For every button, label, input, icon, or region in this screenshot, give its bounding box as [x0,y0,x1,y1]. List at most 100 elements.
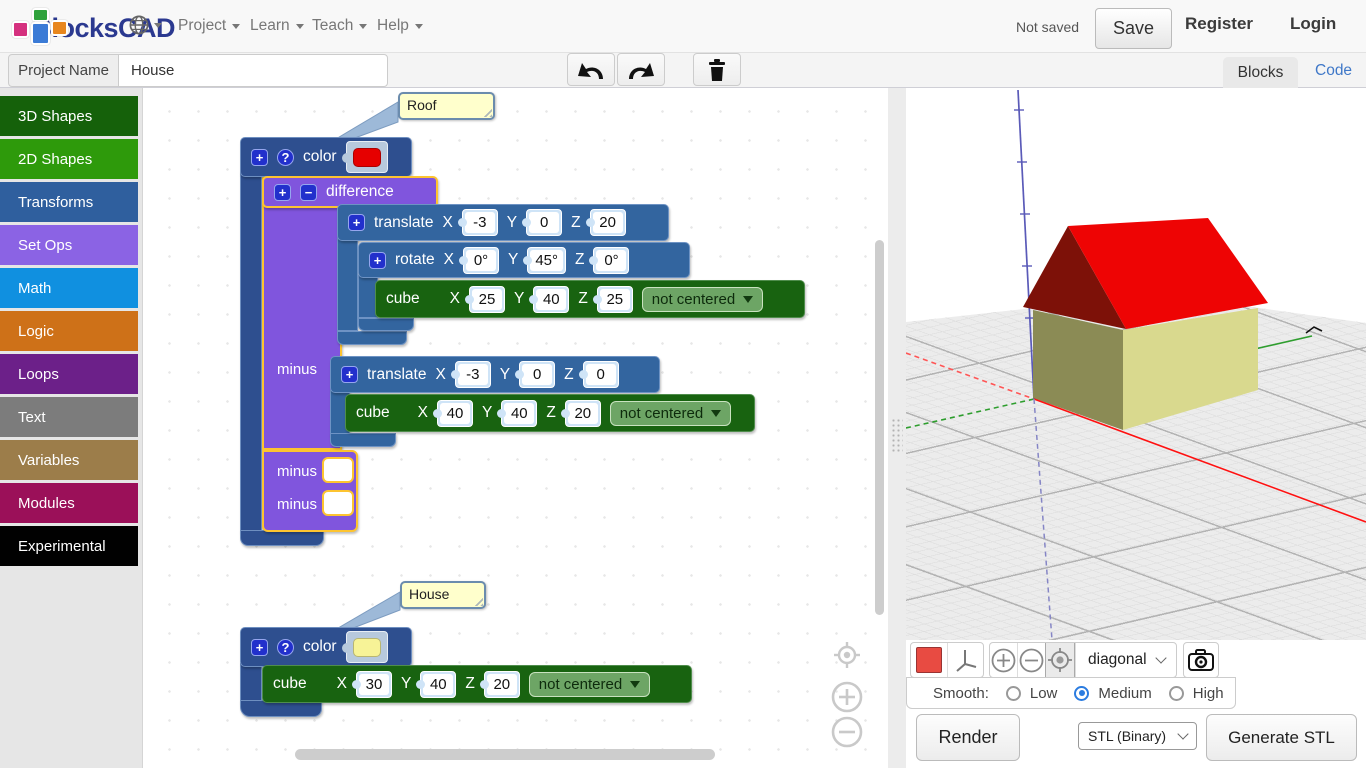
project-name-input[interactable] [118,54,388,87]
comment-icon[interactable]: ? [277,639,294,656]
generate-stl-button[interactable]: Generate STL [1206,714,1357,761]
register-link[interactable]: Register [1185,14,1253,34]
translate-block-foot[interactable] [337,331,407,345]
expand-button[interactable]: + [251,639,268,656]
sidebar-item-transforms[interactable]: Transforms [0,182,138,222]
translate-block-spine[interactable] [337,238,358,331]
sidebar-item-loops[interactable]: Loops [0,354,138,394]
tab-code[interactable]: Code [1315,62,1352,80]
smooth-radio-low[interactable] [1006,686,1021,701]
workspace-zoom-controls[interactable] [824,638,870,750]
centered-dropdown[interactable]: not centered [610,401,731,426]
render-color-button[interactable] [911,643,947,677]
sidebar-item-3d-shapes[interactable]: 3D Shapes [0,96,138,136]
undo-button[interactable] [567,53,615,86]
login-link[interactable]: Login [1290,14,1336,34]
render-button[interactable]: Render [916,714,1020,761]
menu-teach[interactable]: Teach [312,17,367,35]
color-value-slot[interactable] [346,141,388,173]
smooth-radio-medium[interactable] [1074,686,1089,701]
value-slot-x[interactable]: 0° [463,247,499,274]
camera-angle-select[interactable]: diagonal [1075,643,1177,677]
delete-all-button[interactable] [693,53,741,86]
value-slot-z[interactable]: 0 [583,361,619,388]
smooth-radio-high[interactable] [1169,686,1184,701]
sidebar-item-logic[interactable]: Logic [0,311,138,351]
expand-button[interactable]: + [341,366,358,383]
vertical-scrollbar[interactable] [875,240,884,615]
sidebar-item-experimental[interactable]: Experimental [0,526,138,566]
value-slot-z[interactable]: 20 [565,400,601,427]
value-slot-x[interactable]: -3 [455,361,491,388]
redo-button[interactable] [617,53,665,86]
y-label: Y [508,251,518,269]
expand-button[interactable]: + [348,214,365,231]
value-slot-y[interactable]: 45° [527,247,566,274]
centered-dropdown[interactable]: not centered [529,672,650,697]
tab-blocks[interactable]: Blocks [1223,57,1298,88]
smooth-option-label[interactable]: High [1193,685,1224,702]
sidebar-item-text[interactable]: Text [0,397,138,437]
color-block-house[interactable]: + ? color [240,627,412,667]
value-slot-z[interactable]: 20 [484,671,520,698]
language-menu[interactable] [128,14,162,36]
expand-button[interactable]: + [369,252,386,269]
comment-bubble-house[interactable]: House [400,581,486,609]
menu-help[interactable]: Help [377,17,423,35]
menu-learn[interactable]: Learn [250,17,304,35]
value-slot-y[interactable]: 0 [526,209,562,236]
viewport-3d-canvas[interactable] [906,90,1366,640]
remove-input-button[interactable]: − [300,184,317,201]
empty-minus-slot[interactable] [322,490,354,516]
sidebar-item-set-ops[interactable]: Set Ops [0,225,138,265]
viewport-zoom-out-button[interactable] [1017,643,1045,677]
comment-icon[interactable]: ? [277,149,294,166]
toggle-axes-button[interactable] [947,643,984,677]
color-block-spine[interactable] [240,663,262,703]
export-format-select[interactable]: STL (Binary) [1078,722,1197,750]
color-block-foot[interactable] [240,530,324,546]
add-input-button[interactable]: + [274,184,291,201]
value-slot-z[interactable]: 0° [593,247,629,274]
value-slot-x[interactable]: -3 [462,209,498,236]
smooth-option-label[interactable]: Medium [1098,685,1151,702]
menu-project[interactable]: Project [178,17,240,35]
value-slot-z[interactable]: 20 [590,209,626,236]
value-slot-y[interactable]: 0 [519,361,555,388]
screenshot-button[interactable] [1184,643,1218,677]
panel-resizer[interactable] [888,88,906,768]
rotate-block[interactable]: + rotate X 0° Y 45° Z 0° [358,242,690,278]
color-swatch-yellow[interactable] [353,638,381,657]
centered-dropdown[interactable]: not centered [642,287,763,312]
translate-block-2[interactable]: + translate X -3 Y 0 Z 0 [330,356,660,393]
value-slot-y[interactable]: 40 [501,400,537,427]
cube-block-2[interactable]: cube X 40 Y 40 Z 20 not centered [345,394,755,432]
empty-minus-slot[interactable] [322,457,354,483]
cube-block-3[interactable]: cube X 30 Y 40 Z 20 not centered [262,665,692,703]
value-slot-x[interactable]: 25 [469,286,505,313]
sidebar-item-modules[interactable]: Modules [0,483,138,523]
viewport-zoom-in-button[interactable] [990,643,1017,677]
rotate-block-foot[interactable] [358,318,414,331]
value-slot-y[interactable]: 40 [420,671,456,698]
sidebar-item-variables[interactable]: Variables [0,440,138,480]
translate-block-1[interactable]: + translate X -3 Y 0 Z 20 [337,204,669,241]
value-slot-y[interactable]: 40 [533,286,569,313]
value-slot-x[interactable]: 30 [356,671,392,698]
horizontal-scrollbar[interactable] [295,749,715,760]
value-slot-z[interactable]: 25 [597,286,633,313]
color-block-roof[interactable]: + ? color [240,137,412,177]
expand-button[interactable]: + [251,149,268,166]
color-value-slot[interactable] [346,631,388,663]
sidebar-item-math[interactable]: Math [0,268,138,308]
translate-block-foot[interactable] [330,433,396,447]
cube-block-1[interactable]: cube X 25 Y 40 Z 25 not centered [375,280,805,318]
save-button[interactable]: Save [1095,8,1172,49]
color-block-spine[interactable] [240,172,262,532]
center-view-button[interactable] [1045,643,1075,677]
comment-bubble-roof[interactable]: Roof [398,92,495,120]
smooth-option-label[interactable]: Low [1030,685,1058,702]
color-swatch-red[interactable] [353,148,381,167]
sidebar-item-2d-shapes[interactable]: 2D Shapes [0,139,138,179]
value-slot-x[interactable]: 40 [437,400,473,427]
